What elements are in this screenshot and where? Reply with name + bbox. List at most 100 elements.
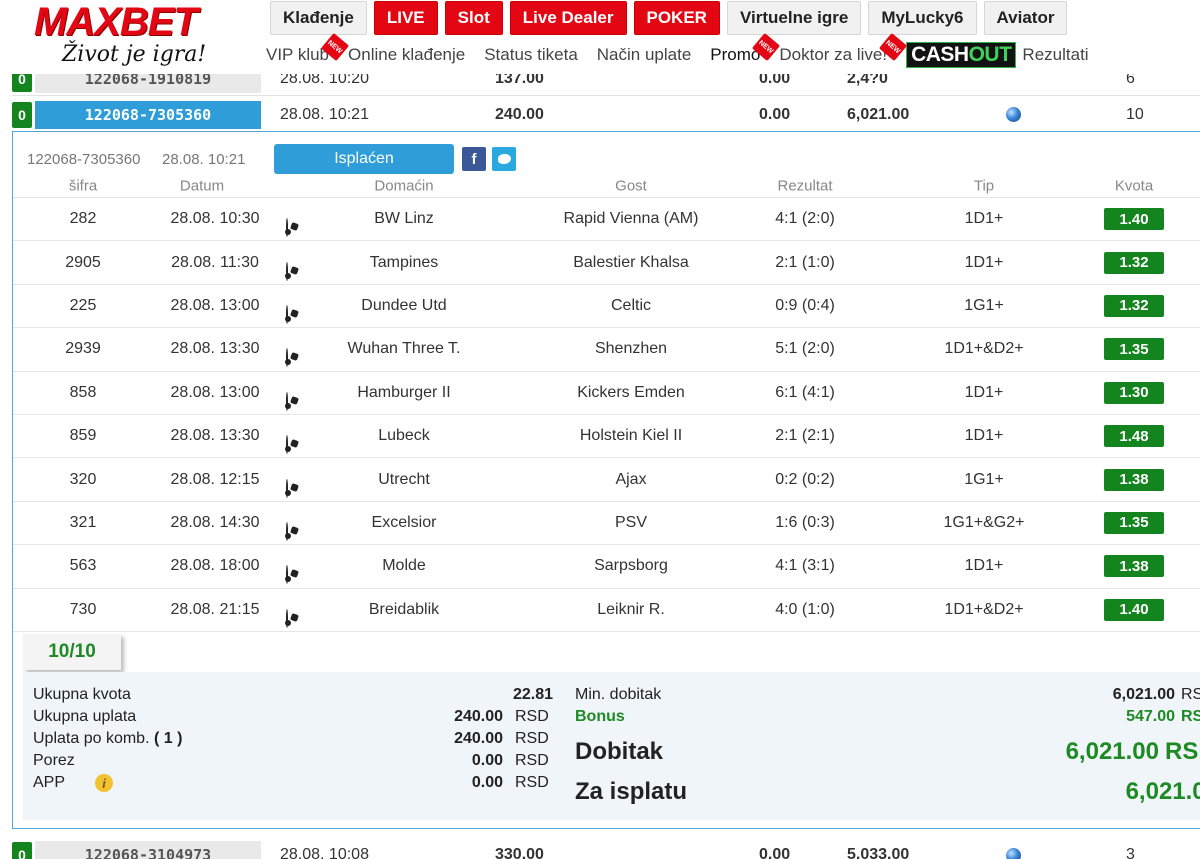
cashout-text-a: CASH [911, 43, 969, 66]
payout-value: 6,021.00 [1125, 778, 1200, 805]
ticket-stake: 330.00 [495, 846, 544, 859]
maxbet-logo[interactable]: MAXBET Život je igra! [34, 2, 209, 74]
match-home-team: Tampines [369, 253, 439, 271]
match-result: 4:0 (1:0) [775, 600, 835, 618]
match-code: 730 [69, 600, 97, 618]
subnav-status-tiketa[interactable]: Status tiketa [484, 45, 578, 65]
match-row: 321 28.08. 14:30 Excelsior PSV 1:6 (0:3) 1G1+… [13, 502, 1200, 546]
summary-total-stake: Ukupna uplata 240.00 RSD [33, 706, 553, 728]
match-result: 5:1 (2:0) [775, 340, 835, 358]
live-ball-icon [1006, 847, 1021, 859]
win-value: 6,021.00 [1065, 738, 1159, 765]
summary-app: APP i 0.00 RSD [33, 772, 553, 794]
match-odds: 1.32 [1104, 251, 1164, 274]
match-date: 28.08. 13:30 [170, 340, 260, 358]
status-paid-button[interactable]: Isplaćen [274, 144, 454, 174]
match-away-team: Shenzhen [594, 340, 668, 358]
col-kvota: Kvota [1114, 177, 1154, 194]
match-row: 563 28.08. 18:00 Molde Sarpsborg 4:1 (3:1) 1D… [13, 545, 1200, 589]
info-icon[interactable]: i [95, 774, 114, 792]
match-tip: 1D1+&D2+ [944, 600, 1024, 618]
win-label: Dobitak [575, 738, 664, 765]
currency-label: RSD [515, 730, 549, 747]
bonus-label: Bonus [575, 708, 625, 725]
match-row: 320 28.08. 12:15 Utrecht Ajax 0:2 (0:2) 1G1+ 1… [13, 458, 1200, 502]
match-row: 858 28.08. 13:00 Hamburger II Kickers Emden… [13, 372, 1200, 415]
nav-aviator[interactable]: Aviator [983, 1, 1068, 35]
tax-value: 0.00 [471, 752, 503, 769]
match-date: 28.08. 13:30 [170, 427, 260, 445]
nav-kladjenje[interactable]: Klađenje [270, 1, 367, 35]
subnav-nacin-uplate[interactable]: Način uplate [597, 45, 692, 65]
match-result: 4:1 (3:1) [775, 557, 835, 575]
match-tip: 1G1+&G2+ [943, 513, 1025, 531]
cashout-logo[interactable]: CASH OUT [906, 42, 1017, 68]
twitter-icon[interactable] [492, 147, 516, 171]
match-away-team: Rapid Vienna (AM) [563, 210, 699, 228]
facebook-icon[interactable]: f [462, 147, 486, 171]
subnav-promo[interactable]: Promo NEW [710, 32, 781, 65]
col-sifra: šifra [68, 177, 98, 194]
soccer-ball-icon [286, 435, 288, 455]
ticket-row-active[interactable]: 0 122068-7305360 28.08. 10:21 240.00 0.0… [12, 98, 1200, 132]
match-home-team: Excelsior [371, 513, 437, 531]
match-date: 28.08. 14:30 [170, 513, 260, 531]
match-home-team: Wuhan Three T. [347, 340, 461, 358]
match-tip: 1G1+ [964, 470, 1004, 488]
match-home-team: Molde [382, 557, 426, 575]
match-code: 282 [69, 210, 97, 228]
ticket-id-button[interactable]: 122068-7305360 [35, 100, 261, 129]
subnav-online-kladjenje[interactable]: Online klađenje [348, 45, 465, 65]
match-tip: 1D1+ [964, 427, 1004, 445]
soccer-ball-icon [286, 608, 288, 628]
twitter-bird-icon [497, 154, 511, 164]
ticket-status-badge: 0 [12, 842, 32, 859]
col-rezultat: Rezultat [777, 177, 833, 194]
summary-per-combination: Uplata po komb. ( 1 ) 240.00 RSD [33, 728, 553, 750]
nav-slot[interactable]: Slot [444, 1, 503, 35]
nav-mylucky6[interactable]: MyLucky6 [868, 1, 977, 35]
match-away-team: Sarpsborg [594, 557, 668, 575]
match-home-team: Lubeck [378, 427, 430, 445]
ticket-id-button[interactable]: 122068-3104973 [35, 841, 261, 859]
match-odds: 1.40 [1104, 598, 1164, 621]
soccer-ball-icon [286, 478, 288, 498]
summary-left: Ukupna kvota 22.81 Ukupna uplata 240.00 … [33, 684, 553, 794]
subnav-vip-klub[interactable]: VIP klub NEW [266, 32, 350, 65]
col-domacin: Domaćin [374, 177, 434, 194]
match-date: 28.08. 13:00 [170, 296, 260, 314]
ticket-detail-header: 122068-7305360 28.08. 10:21 Isplaćen f [27, 144, 516, 174]
matches-table-body: 282 28.08. 10:30 BW Linz Rapid Vienna (AM) 4… [13, 198, 1200, 632]
match-date: 28.08. 18:00 [170, 557, 260, 575]
match-tip: 1D1+ [964, 557, 1004, 575]
currency-label: RSD [1181, 708, 1200, 725]
match-result: 6:1 (4:1) [775, 383, 835, 401]
currency-label: RSD [1165, 738, 1200, 765]
match-result: 4:1 (2:0) [775, 210, 835, 228]
match-away-team: Celtic [610, 296, 652, 314]
bonus-value: 547.00 [1126, 708, 1175, 725]
ticket-tax: 0.00 [759, 105, 791, 123]
ticket-row[interactable]: 0 122068-3104973 28.08. 10:08 330.00 0.0… [12, 838, 1200, 859]
cashout-text-b: OUT [968, 43, 1012, 66]
match-tip: 1D1+ [964, 210, 1004, 228]
summary-bonus: Bonus 547.00 RSD [575, 706, 1200, 728]
match-code: 2939 [65, 340, 101, 358]
ticket-events: 10 [1126, 105, 1144, 123]
match-code: 858 [69, 383, 97, 401]
match-code: 321 [69, 513, 97, 531]
summary-total-odds: Ukupna kvota 22.81 [33, 684, 553, 706]
logo-brand: MAXBET [34, 0, 198, 44]
nav-live[interactable]: LIVE [373, 1, 438, 35]
total-stake-value: 240.00 [454, 708, 503, 725]
subnav-doktor-za-live[interactable]: Doktor za live! NEW [779, 32, 908, 65]
detail-ticket-date: 28.08. 10:21 [162, 150, 246, 168]
per-comb-count: ( 1 ) [153, 730, 183, 747]
nav-live-dealer[interactable]: Live Dealer [509, 1, 627, 35]
nav-poker[interactable]: POKER [633, 1, 720, 35]
ticket-status-badge: 0 [12, 101, 32, 128]
subnav-rezultati[interactable]: Rezultati [1022, 45, 1088, 65]
nav-virtuelne-igre[interactable]: Virtuelne igre [726, 1, 862, 35]
col-gost: Gost [615, 177, 647, 194]
ticket-date: 28.08. 10:08 [280, 846, 369, 859]
